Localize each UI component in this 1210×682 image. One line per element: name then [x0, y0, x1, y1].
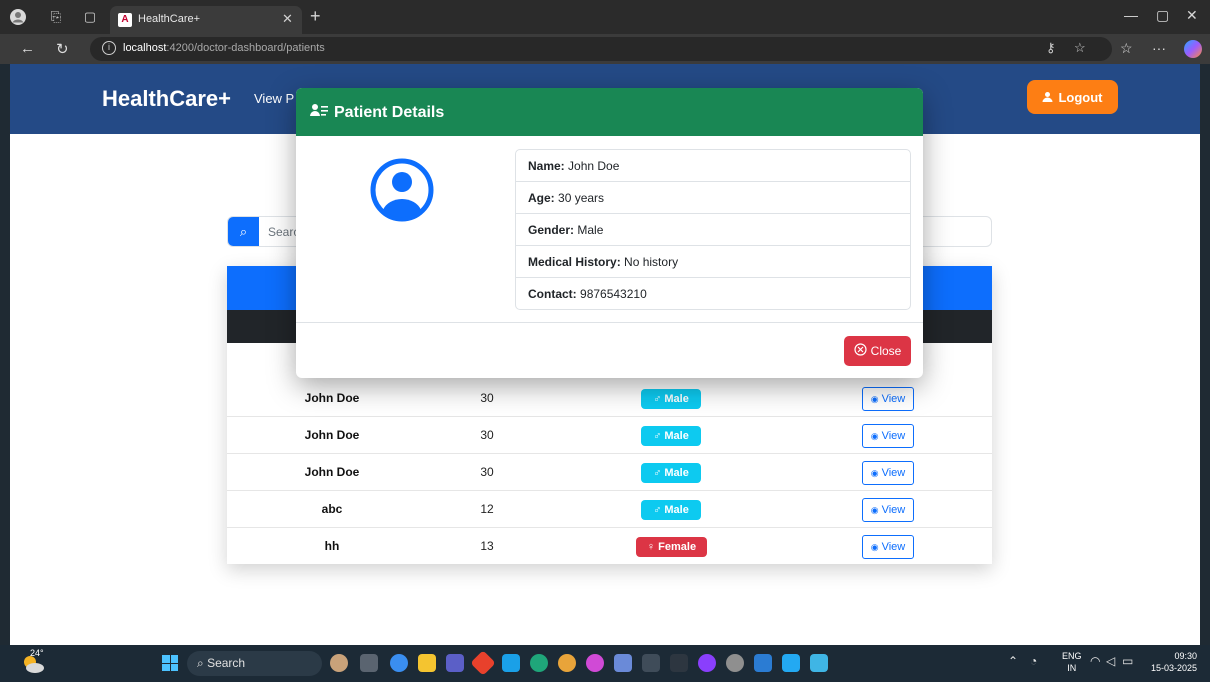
- volume-icon[interactable]: ◁: [1106, 654, 1115, 668]
- teams-icon[interactable]: [446, 654, 464, 672]
- chrome-icon[interactable]: [558, 654, 576, 672]
- field-medical-history: Medical History: No history: [516, 246, 910, 278]
- workspaces-icon[interactable]: ⎘: [46, 7, 66, 27]
- close-button[interactable]: Close: [844, 336, 911, 366]
- browser-toolbar: ← ↻ i localhost:4200/doctor-dashboard/pa…: [0, 34, 1210, 64]
- field-gender: Gender: Male: [516, 214, 910, 246]
- tab-actions-icon[interactable]: ▢: [80, 7, 100, 27]
- refresh-icon[interactable]: ↻: [56, 40, 69, 58]
- powershell-icon[interactable]: [670, 654, 688, 672]
- app-icon[interactable]: [614, 654, 632, 672]
- maximize-icon[interactable]: ▢: [1156, 7, 1169, 24]
- task-view-icon[interactable]: [360, 654, 378, 672]
- address-bar[interactable]: i localhost:4200/doctor-dashboard/patien…: [90, 37, 1112, 61]
- edge-icon[interactable]: [530, 654, 548, 672]
- modal-footer: Close: [296, 322, 923, 378]
- settings-icon[interactable]: [726, 654, 744, 672]
- favorites-icon[interactable]: ☆: [1120, 40, 1133, 57]
- new-tab-icon[interactable]: +: [310, 6, 321, 27]
- clock[interactable]: 09:30 15-03-2025: [1147, 650, 1197, 674]
- tab-title: HealthCare+: [138, 13, 201, 25]
- file-explorer-icon[interactable]: [418, 654, 436, 672]
- browser-tab[interactable]: A HealthCare+ ✕: [110, 6, 302, 34]
- copilot-icon[interactable]: [1184, 40, 1202, 58]
- modal-title: Patient Details: [310, 103, 444, 122]
- user-list-icon: [310, 103, 328, 122]
- tray-chevron-icon[interactable]: ⌃: [1008, 654, 1018, 668]
- patient-details-modal: Patient Details Name: John Doe Age: 30 y…: [296, 88, 923, 378]
- user-circle-icon: [370, 158, 434, 222]
- windows-taskbar: 24° ⌕ Search ⌃ ◔ ENG IN ◠ ◁ ▭ 09:30 15-03-…: [0, 645, 1210, 682]
- minimize-icon[interactable]: —: [1124, 7, 1138, 23]
- word-icon[interactable]: [754, 654, 772, 672]
- chrome-profile-icon[interactable]: [586, 654, 604, 672]
- wifi-icon[interactable]: ◠: [1090, 654, 1100, 668]
- close-label: Close: [870, 344, 902, 358]
- close-circle-icon: [854, 343, 867, 359]
- modal-title-text: Patient Details: [334, 103, 445, 121]
- browser-titlebar: ⎘ ▢ A HealthCare+ ✕ + — ▢ ✕: [0, 0, 1210, 34]
- modal-header: Patient Details: [296, 88, 923, 136]
- more-menu-icon[interactable]: ···: [1152, 40, 1166, 56]
- tab-close-icon[interactable]: ✕: [282, 11, 293, 27]
- web-page: HealthCare+ View Patients Logout ⌕ Searc…: [10, 64, 1200, 645]
- taskbar-search[interactable]: ⌕ Search: [187, 651, 322, 676]
- mail-icon[interactable]: [502, 654, 520, 672]
- back-icon[interactable]: ←: [20, 40, 35, 57]
- field-age: Age: 30 years: [516, 182, 910, 214]
- site-info-icon[interactable]: i: [102, 41, 116, 55]
- url-text: localhost:4200/doctor-dashboard/patients: [123, 42, 325, 54]
- photos-icon[interactable]: [810, 654, 828, 672]
- github-icon[interactable]: [698, 654, 716, 672]
- vscode-icon[interactable]: [782, 654, 800, 672]
- window-close-icon[interactable]: ✕: [1186, 7, 1198, 24]
- start-icon[interactable]: [162, 655, 178, 671]
- terminal-icon[interactable]: [642, 654, 660, 672]
- copilot-taskbar-icon[interactable]: [390, 654, 408, 672]
- weather-temperature: 24°: [30, 648, 44, 658]
- patient-info-list: Name: John Doe Age: 30 years Gender: Mal…: [515, 149, 911, 310]
- key-icon[interactable]: ⚷: [1046, 40, 1056, 56]
- language-indicator[interactable]: ENG IN: [1062, 650, 1082, 674]
- favorite-star-icon[interactable]: ☆: [1074, 40, 1086, 56]
- field-contact: Contact: 9876543210: [528, 287, 647, 301]
- tray-app-icon[interactable]: ◔: [1030, 654, 1037, 668]
- profile-icon[interactable]: [8, 7, 28, 27]
- field-name: Name: John Doe: [516, 150, 910, 182]
- git-icon[interactable]: [470, 650, 496, 676]
- taskbar-app-avatar-icon[interactable]: [330, 654, 348, 672]
- angular-favicon-icon: A: [118, 13, 132, 27]
- battery-icon[interactable]: ▭: [1122, 654, 1133, 668]
